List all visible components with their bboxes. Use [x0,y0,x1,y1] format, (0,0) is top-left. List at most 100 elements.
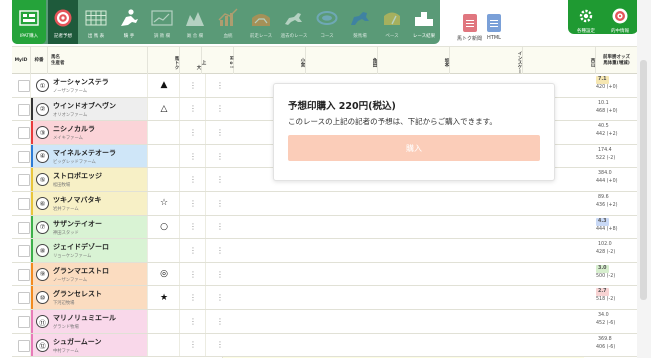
horse-number: ⑧ [36,244,49,258]
kebab-menu-icon[interactable]: ⋮ [206,263,234,286]
jockey-tab[interactable]: 騎 手 [113,0,145,44]
myid-checkbox[interactable] [18,316,30,328]
racecourse-tab[interactable]: 競馬場 [344,0,376,44]
kebab-menu-icon[interactable]: ⋮ [206,121,234,144]
myid-checkbox[interactable] [18,150,30,163]
myid-cell [12,310,31,333]
race-table-tab[interactable]: 出 馬 表 [80,0,112,44]
ipat-purchase-button[interactable]: IPAT購入 [12,0,46,44]
header-ho: H o ! [206,47,234,75]
myid-checkbox[interactable] [18,245,30,258]
breeder-name: 神田スタッド [53,230,79,236]
header-odds: 前単勝オッズ 馬体重(増減) [596,47,637,75]
horse-weight: 406 (-6) [596,344,616,350]
scrollbar-thumb[interactable] [640,60,647,300]
big-cell [180,215,206,239]
mark-cell [148,168,180,191]
horse-name[interactable]: マイネルメテオーラ [53,148,116,158]
horse-name[interactable]: グランマエストロ [53,266,109,276]
myid-checkbox[interactable] [18,174,30,187]
target-icon [52,7,74,29]
race-result-tab[interactable]: レース結果 [408,0,440,44]
kebab-menu-icon[interactable]: ⋮ [206,216,234,239]
myid-checkbox[interactable] [18,127,30,140]
horse-name[interactable]: ウインドオブヘヴン [53,101,116,111]
bloodline-tab[interactable]: 血統 [212,0,244,44]
horse-cell: ② ウインドオブヘヴン オリオンファーム [31,97,148,121]
course-icon [316,7,338,29]
myid-cell [12,333,31,357]
past-races-tab[interactable]: 過去のレース [278,0,310,44]
kebab-menu-icon[interactable]: ⋮ [206,168,234,191]
gear-icon [575,5,597,27]
mark-cell [148,144,180,168]
pdf-doc-icon [462,14,477,32]
horse-name[interactable]: グランセレスト [53,289,102,299]
header-myid: MyID [12,47,31,75]
myid-checkbox[interactable] [18,80,30,92]
table-header: MyID 枠番 馬名 生産者 馬トク 大 上 H o ! 小宮 角田 坂本 イン… [12,46,637,75]
kebab-menu-icon[interactable]: ⋮ [206,145,234,168]
horse-name[interactable]: ツキノマバタキ [53,195,102,205]
previous-race-label: 前走レース [249,34,273,39]
horse-weight: 444 (+8) [596,226,618,232]
stable-tab[interactable]: 厩 舎 欄 [179,0,211,44]
course-tab[interactable]: コース [311,0,343,44]
myid-checkbox[interactable] [18,292,30,305]
myid-checkbox[interactable] [18,268,30,281]
horse-number: ⑦ [36,220,49,234]
hit-info-label: 的中情報 [611,29,629,34]
mark-cell [148,97,180,121]
horse-name[interactable]: ストロボエッジ [53,171,102,181]
horse-name[interactable]: マリノリュミエール [53,313,116,323]
ipat-icon [18,7,40,29]
hit-info-button[interactable]: 的中情報 [604,0,636,34]
gate-color-bar [31,333,33,357]
kebab-menu-icon[interactable]: ⋮ [206,239,234,262]
myid-cell [12,215,31,239]
win-odds: 102.0 [598,242,612,248]
horse-name[interactable]: サザンテイオー [53,219,102,229]
reporter-prediction-tab[interactable]: 記者予想 [48,0,78,44]
horse-name[interactable]: シュガームーン [53,337,101,347]
horse-name[interactable]: ジェイドデゾーロ [53,242,109,252]
kebab-menu-icon[interactable]: ⋮ [206,192,234,215]
previous-race-tab[interactable]: 前走レース [245,0,277,44]
odds-cell: 174.4 522 (-2) [596,147,636,163]
odds-cell: 40.5 442 (+2) [596,123,636,139]
reporter-prediction-label: 記者予想 [54,34,72,39]
html-view-button[interactable]: HTML [487,14,501,41]
hit-target-icon [609,5,631,27]
ipat-purchase-label: IPAT購入 [19,34,39,39]
odds-cell: 4.3 444 (+8) [596,217,636,234]
horse-name[interactable]: ニシノカルラ [53,124,95,134]
win-odds: 40.5 [598,124,609,130]
myid-cell [12,121,31,144]
purchase-button[interactable]: 購入 [288,135,540,161]
horse-name[interactable]: オーシャンステラ [53,77,109,87]
table-row: ⑫ シュガームーン 中村ファーム ⋮ ⋮ 369.8 406 (-6) [12,333,637,358]
mark-cell [148,262,180,286]
kebab-menu-icon[interactable]: ⋮ [206,310,234,333]
header-reporter-2: 角田 [306,47,378,75]
settings-button[interactable]: 各種設定 [570,0,602,34]
pdf-newspaper-button[interactable]: 馬トク新聞 [457,14,482,42]
myid-checkbox[interactable] [18,221,30,234]
kebab-menu-icon[interactable]: ⋮ [206,74,234,97]
breeder-name: ビッグレッドファーム [53,159,96,165]
myid-checkbox[interactable] [18,339,30,352]
kebab-menu-icon[interactable]: ⋮ [206,286,234,309]
kebab-menu-icon[interactable]: ⋮ [206,98,234,121]
pace-tab[interactable]: ペース [377,0,407,44]
kebab-menu-icon[interactable]: ⋮ [206,334,234,357]
myid-checkbox[interactable] [18,103,30,116]
gate-color-bar [31,97,33,121]
breeder-name: 岩井ファーム [53,207,79,212]
purchase-card: 予想印購入 220円(税込) このレースの上記の記者の予想は、下記からご購入でき… [273,83,555,181]
training-tab[interactable]: 調 教 欄 [146,0,178,44]
course-label: コース [320,34,334,39]
myid-checkbox[interactable] [18,198,30,210]
pdf-newspaper-label: 馬トク新聞 [457,36,483,42]
big-cell [180,262,206,286]
podium-icon [413,7,435,29]
